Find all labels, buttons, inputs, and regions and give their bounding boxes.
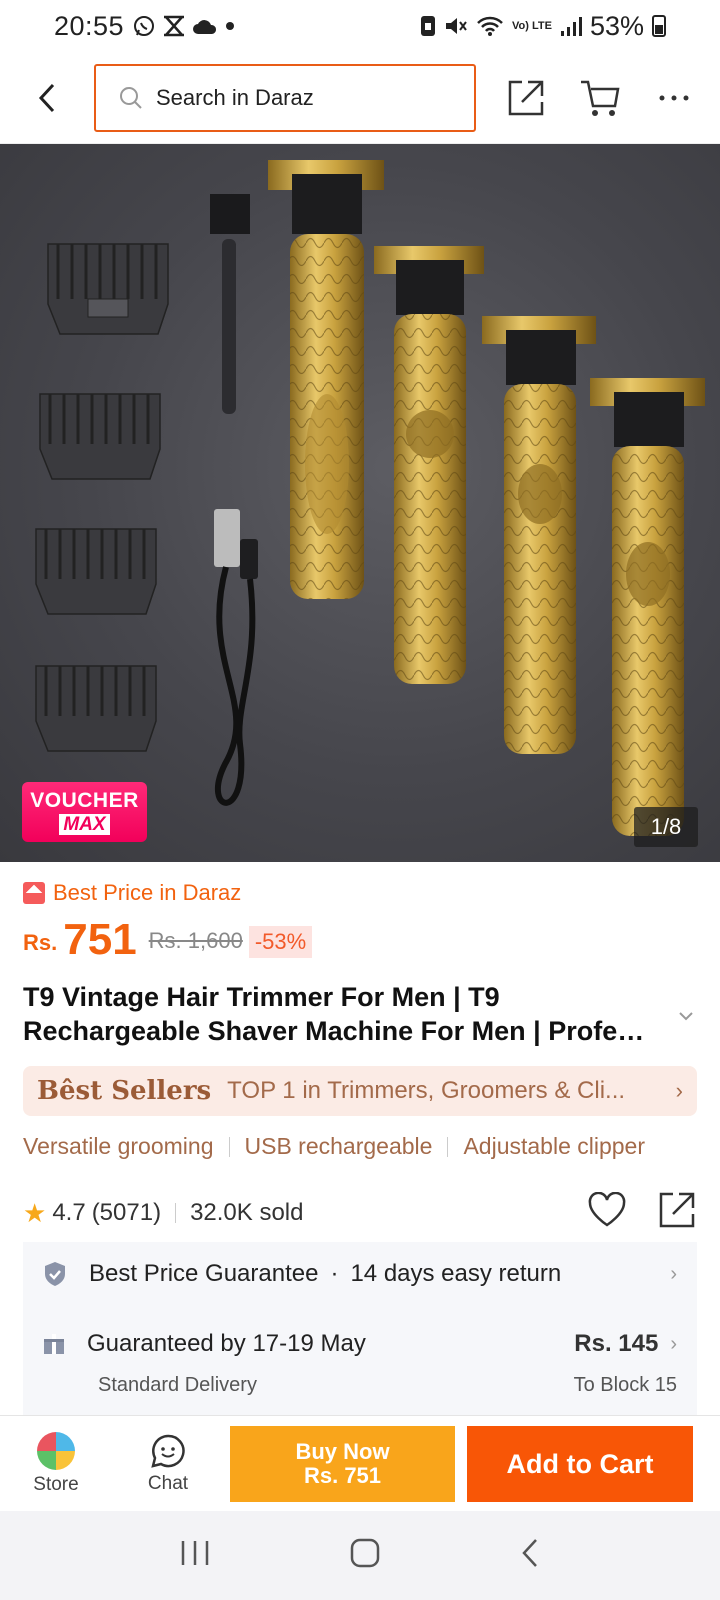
chat-icon <box>151 1434 185 1468</box>
product-title[interactable]: T9 Vintage Hair Trimmer For Men | T9 Rec… <box>23 980 663 1048</box>
battery-percent: 53% <box>589 10 644 41</box>
tag-item: Versatile grooming <box>23 1133 214 1159</box>
chat-tab[interactable]: Chat <box>112 1433 224 1495</box>
home-icon <box>350 1538 380 1568</box>
notification-icons <box>132 14 236 38</box>
tag-item: Adjustable clipper <box>463 1133 646 1159</box>
best-sellers-rank: TOP 1 in Trimmers, Groomers & Cli... <box>227 1077 626 1104</box>
recent-apps-button[interactable] <box>180 1539 210 1572</box>
share-button[interactable] <box>498 70 554 126</box>
image-counter: 1/8 <box>634 807 698 847</box>
home-button[interactable] <box>349 1537 381 1574</box>
more-options-button[interactable] <box>646 70 702 126</box>
store-tab[interactable]: Store <box>0 1431 112 1496</box>
buy-now-button[interactable]: Buy Now Rs. 751 <box>230 1426 455 1502</box>
wifi-icon <box>477 16 503 36</box>
add-to-cart-button[interactable]: Add to Cart <box>467 1426 693 1502</box>
volte-indicator: Vo) LTE <box>512 19 552 32</box>
rating-value[interactable]: 4.7 <box>52 1199 85 1227</box>
best-price-banner: Best Price in Daraz <box>23 880 241 906</box>
back-icon <box>522 1539 538 1567</box>
divider <box>447 1136 449 1157</box>
star-icon: ★ <box>23 1197 47 1228</box>
cloud-icon <box>193 20 217 34</box>
sold-count: 32.0K sold <box>190 1199 304 1226</box>
current-price: 751 <box>63 915 137 964</box>
delivery-fee: Rs. 145 <box>574 1330 659 1357</box>
system-navigation-bar <box>0 1511 720 1600</box>
service-info-panel: Best Price Guarantee · 14 days easy retu… <box>23 1242 697 1422</box>
system-back-button[interactable] <box>520 1537 540 1574</box>
chevron-right-icon: › <box>670 1262 677 1285</box>
dot-icon <box>226 22 235 30</box>
product-image-gallery[interactable] <box>0 144 720 862</box>
cart-button[interactable] <box>572 70 628 126</box>
best-sellers-banner[interactable]: Bêst Sellers TOP 1 in Trimmers, Groomers… <box>23 1066 697 1116</box>
product-photo <box>35 160 705 836</box>
store-label: Store <box>33 1473 79 1495</box>
return-policy: 14 days easy return <box>350 1260 562 1287</box>
rating-row: ★ 4.7 (5071) 32.0K sold <box>23 1190 697 1236</box>
app-notification-icon <box>164 15 185 37</box>
recents-icon <box>181 1541 208 1565</box>
sim-icon <box>421 16 436 36</box>
divider <box>175 1203 177 1223</box>
whatsapp-icon <box>134 16 155 36</box>
delivery-row[interactable]: Guaranteed by 17-19 May Rs. 145 › <box>43 1330 677 1358</box>
divider <box>228 1136 230 1157</box>
delivery-type: Standard Delivery <box>98 1374 257 1396</box>
currency-label: Rs. <box>23 930 58 955</box>
battery-icon <box>652 15 666 37</box>
chevron-left-icon <box>38 83 55 112</box>
back-button[interactable] <box>0 52 94 144</box>
rating-count[interactable]: (5071) <box>92 1199 161 1227</box>
best-price-label: Best Price in Daraz <box>53 880 242 905</box>
search-bar[interactable] <box>94 63 476 132</box>
chevron-right-icon: › <box>670 1332 677 1355</box>
price-row: Rs. 751 Rs. 1,600 -53% <box>23 912 313 964</box>
guarantee-row[interactable]: Best Price Guarantee · 14 days easy retu… <box>43 1260 677 1288</box>
cart-icon <box>581 80 620 116</box>
package-icon <box>44 1334 64 1354</box>
signal-icon <box>560 17 582 36</box>
top-navigation <box>0 52 720 144</box>
share-product-button[interactable] <box>657 1190 697 1237</box>
wishlist-button[interactable] <box>587 1191 627 1235</box>
original-price: Rs. 1,600 <box>148 928 243 953</box>
status-bar: 20:55 Vo) LTE 53% <box>0 0 720 52</box>
shield-check-icon <box>45 1262 65 1286</box>
delivery-destination: To Block 15 <box>573 1374 677 1396</box>
delivery-estimate: Guaranteed by 17-19 May <box>87 1330 366 1357</box>
price-tag-icon <box>23 882 45 904</box>
share-icon <box>659 1192 695 1227</box>
chat-label: Chat <box>147 1472 189 1494</box>
search-input[interactable] <box>156 84 456 111</box>
heart-icon <box>588 1191 626 1226</box>
chevron-down-icon <box>679 1012 693 1021</box>
search-icon <box>120 86 142 109</box>
status-time: 20:55 <box>54 10 125 41</box>
voucher-max-badge: VOUCHER MAX <box>22 782 147 842</box>
expand-title-button[interactable] <box>678 1008 694 1026</box>
tag-item: USB rechargeable <box>244 1133 433 1159</box>
best-sellers-label: Bêst Sellers <box>37 1076 212 1106</box>
bottom-action-bar: Store Chat Buy Now Rs. 751 Add to Cart <box>0 1415 720 1511</box>
discount-badge: -53% <box>248 926 313 958</box>
feature-tags: Versatile grooming USB rechargeable Adju… <box>23 1133 645 1160</box>
system-icons: Vo) LTE 53% <box>420 11 666 42</box>
store-avatar <box>37 1431 75 1470</box>
mute-icon <box>446 18 467 34</box>
best-price-guarantee: Best Price Guarantee <box>89 1260 319 1287</box>
share-icon <box>508 80 544 115</box>
chevron-right-icon: › <box>675 1078 683 1103</box>
more-icon <box>659 95 689 100</box>
